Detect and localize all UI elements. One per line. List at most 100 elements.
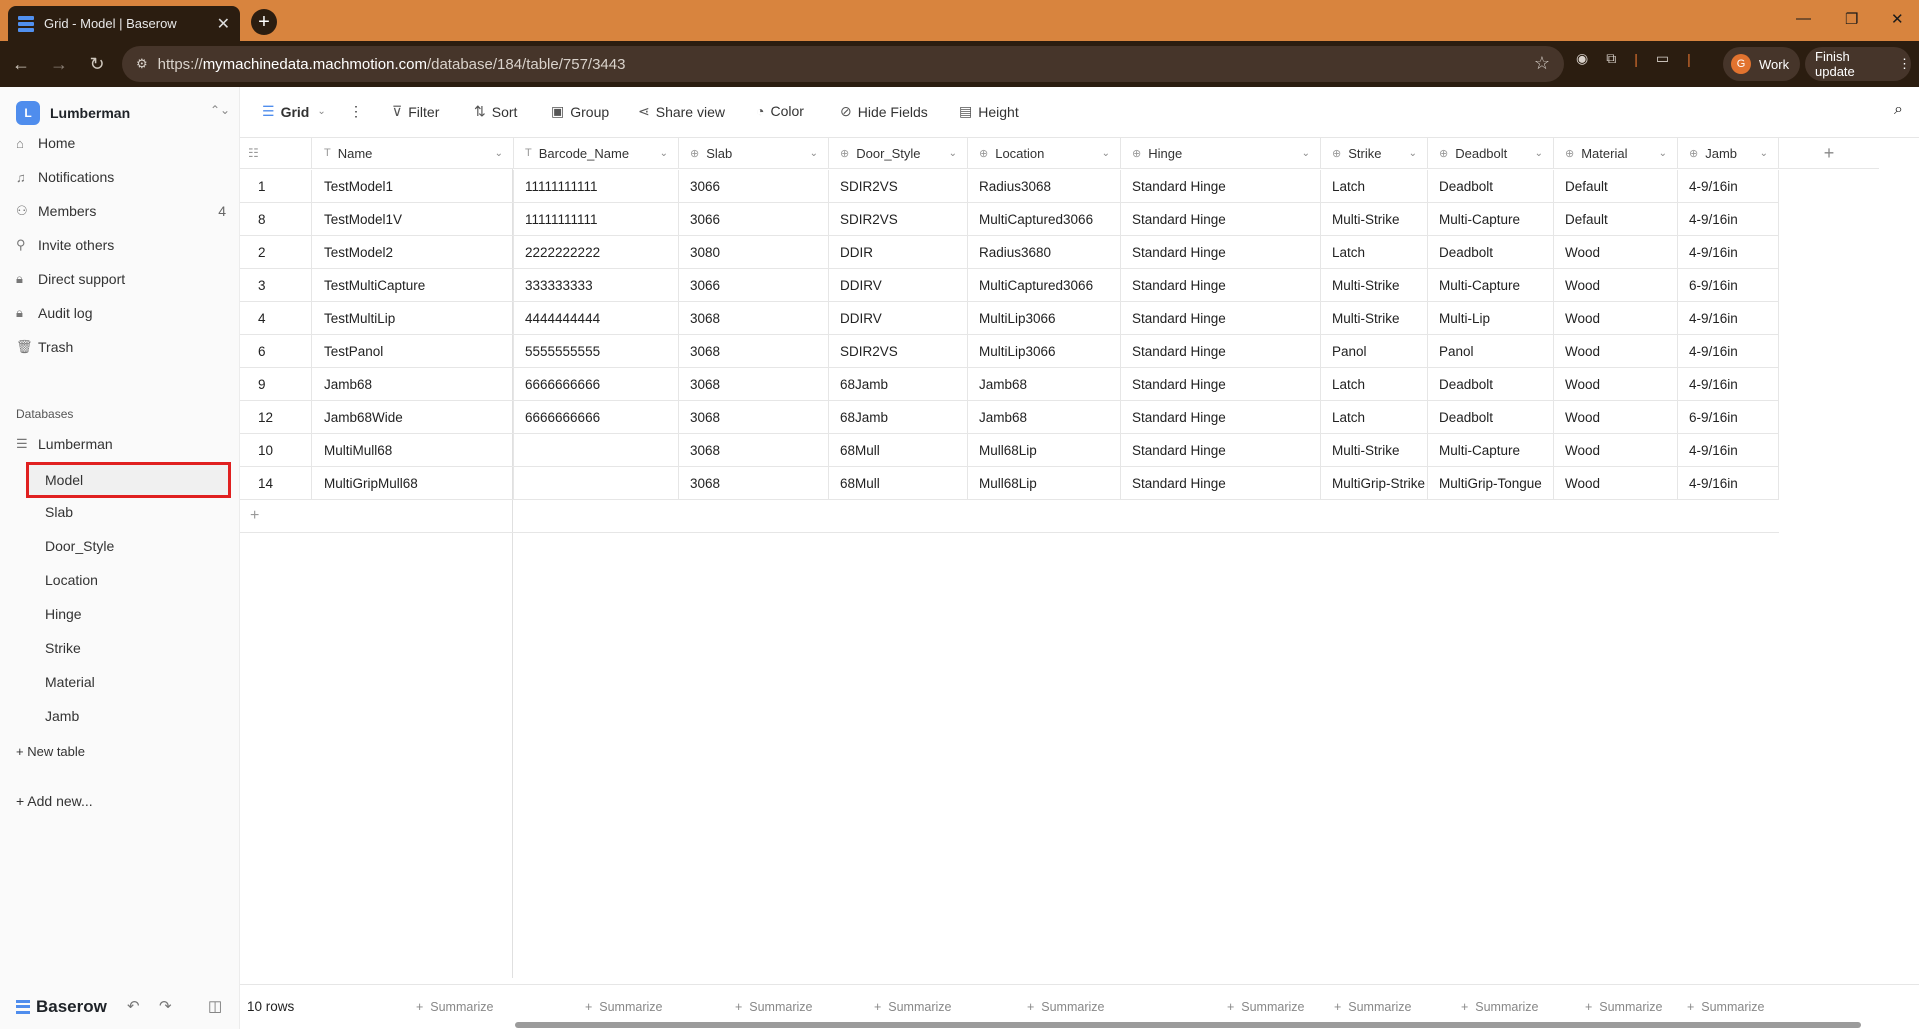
- sidebar-item-home[interactable]: ⌂ Home: [16, 130, 226, 156]
- column-header-barcode-name[interactable]: T Barcode_Name ⌄: [514, 138, 679, 169]
- summarize-button[interactable]: + Summarize: [585, 1000, 662, 1014]
- add-row-button[interactable]: +: [240, 500, 1779, 533]
- restore-icon[interactable]: ❐: [1845, 10, 1858, 28]
- cell-deadbolt[interactable]: Multi-Lip: [1428, 302, 1554, 335]
- close-tab-icon[interactable]: ✕: [217, 14, 230, 34]
- redo-icon[interactable]: ↷: [159, 997, 172, 1015]
- cell-name[interactable]: TestModel1: [312, 170, 514, 203]
- cell-location[interactable]: MultiCaptured3066: [968, 269, 1121, 302]
- summarize-button[interactable]: + Summarize: [416, 1000, 493, 1014]
- more-menu-icon[interactable]: ⋮: [1898, 56, 1911, 72]
- cell-jamb[interactable]: 4-9/16in: [1678, 302, 1779, 335]
- cell-barcode-name[interactable]: 6666666666: [514, 401, 679, 434]
- sidebar-table-hinge[interactable]: Hinge: [45, 599, 229, 629]
- sidebar-table-jamb[interactable]: Jamb: [45, 701, 229, 731]
- cell-jamb[interactable]: 4-9/16in: [1678, 335, 1779, 368]
- sidebar-table-strike[interactable]: Strike: [45, 633, 229, 663]
- table-row[interactable]: 12 Jamb68Wide 6666666666 3068 68Jamb Jamb68 St…: [240, 401, 1779, 434]
- cell-barcode-name[interactable]: 6666666666: [514, 368, 679, 401]
- summarize-button[interactable]: + Summarize: [874, 1000, 951, 1014]
- cell-material[interactable]: Default: [1554, 170, 1678, 203]
- chevron-updown-icon[interactable]: ⌃⌄: [210, 103, 230, 117]
- cell-barcode-name[interactable]: 333333333: [514, 269, 679, 302]
- extension-icon[interactable]: ◉: [1576, 50, 1588, 67]
- cell-barcode-name[interactable]: 11111111111: [514, 203, 679, 236]
- table-row[interactable]: 6 TestPanol 5555555555 3068 SDIR2VS MultiLip3…: [240, 335, 1779, 368]
- sidebar-item-invite-others[interactable]: ⚲ Invite others: [16, 232, 226, 258]
- cell-hinge[interactable]: Standard Hinge: [1121, 236, 1321, 269]
- cell-hinge[interactable]: Standard Hinge: [1121, 170, 1321, 203]
- cell-material[interactable]: Wood: [1554, 236, 1678, 269]
- browser-tab[interactable]: Grid - Model | Baserow ✕: [8, 6, 240, 41]
- cell-deadbolt[interactable]: Multi-Capture: [1428, 269, 1554, 302]
- cell-location[interactable]: MultiCaptured3066: [968, 203, 1121, 236]
- cell-location[interactable]: MultiLip3066: [968, 302, 1121, 335]
- cell-door-style[interactable]: SDIR2VS: [829, 170, 968, 203]
- cell-strike[interactable]: Multi-Strike: [1321, 269, 1428, 302]
- column-header-material[interactable]: ⊕ Material ⌄: [1554, 138, 1678, 169]
- sidebar-item-trash[interactable]: 🗑︎ Trash: [16, 334, 226, 360]
- reload-icon[interactable]: ↻: [80, 47, 114, 81]
- cell-material[interactable]: Wood: [1554, 467, 1678, 500]
- share-view-button[interactable]: ⋖ Share view: [638, 103, 725, 120]
- cell-barcode-name[interactable]: 2222222222: [514, 236, 679, 269]
- workspace-switcher[interactable]: L Lumberman: [16, 101, 130, 125]
- cell-jamb[interactable]: 4-9/16in: [1678, 368, 1779, 401]
- cell-hinge[interactable]: Standard Hinge: [1121, 434, 1321, 467]
- cell-door-style[interactable]: 68Jamb: [829, 401, 968, 434]
- cell-material[interactable]: Wood: [1554, 269, 1678, 302]
- add-new-button[interactable]: + Add new...: [16, 789, 226, 813]
- chevron-down-icon[interactable]: ⌄: [660, 148, 668, 159]
- column-header-location[interactable]: ⊕ Location ⌄: [968, 138, 1121, 169]
- sidebar-item-notifications[interactable]: ♫ Notifications: [16, 164, 226, 190]
- cell-material[interactable]: Wood: [1554, 401, 1678, 434]
- close-window-icon[interactable]: ✕: [1891, 10, 1904, 28]
- minimize-icon[interactable]: —: [1796, 10, 1811, 27]
- cell-slab[interactable]: 3068: [679, 335, 829, 368]
- chevron-down-icon[interactable]: ⌄: [1302, 148, 1310, 159]
- chevron-down-icon[interactable]: ⌄: [1659, 148, 1667, 159]
- table-row[interactable]: 9 Jamb68 6666666666 3068 68Jamb Jamb68 Standar…: [240, 368, 1779, 401]
- cell-location[interactable]: Radius3680: [968, 236, 1121, 269]
- cell-deadbolt[interactable]: Multi-Capture: [1428, 434, 1554, 467]
- column-header-hinge[interactable]: ⊕ Hinge ⌄: [1121, 138, 1321, 169]
- chevron-down-icon[interactable]: ⌄: [810, 148, 818, 159]
- cell-jamb[interactable]: 4-9/16in: [1678, 467, 1779, 500]
- back-icon[interactable]: ←: [4, 47, 38, 81]
- cell-material[interactable]: Default: [1554, 203, 1678, 236]
- summarize-button[interactable]: + Summarize: [735, 1000, 812, 1014]
- hide-fields-button[interactable]: ⊘ Hide Fields: [840, 103, 928, 120]
- summarize-button[interactable]: + Summarize: [1687, 1000, 1764, 1014]
- site-info-icon[interactable]: ⚙: [136, 56, 148, 72]
- summarize-button[interactable]: + Summarize: [1334, 1000, 1411, 1014]
- cell-slab[interactable]: 3068: [679, 302, 829, 335]
- tab-search-icon[interactable]: ▭: [1656, 50, 1669, 67]
- cell-location[interactable]: MultiLip3066: [968, 335, 1121, 368]
- cell-name[interactable]: TestModel2: [312, 236, 514, 269]
- collapse-sidebar-icon[interactable]: ◫: [208, 997, 222, 1015]
- cell-barcode-name[interactable]: 4444444444: [514, 302, 679, 335]
- cell-hinge[interactable]: Standard Hinge: [1121, 401, 1321, 434]
- cell-slab[interactable]: 3080: [679, 236, 829, 269]
- cell-material[interactable]: Wood: [1554, 302, 1678, 335]
- cell-hinge[interactable]: Standard Hinge: [1121, 302, 1321, 335]
- forward-icon[interactable]: →: [42, 47, 76, 81]
- cell-hinge[interactable]: Standard Hinge: [1121, 335, 1321, 368]
- sort-button[interactable]: ⇅ Sort: [474, 103, 517, 120]
- cell-name[interactable]: Jamb68: [312, 368, 514, 401]
- cell-name[interactable]: Jamb68Wide: [312, 401, 514, 434]
- view-context-menu[interactable]: ⋮: [349, 103, 363, 120]
- chevron-down-icon[interactable]: ⌄: [1102, 148, 1110, 159]
- cell-hinge[interactable]: Standard Hinge: [1121, 368, 1321, 401]
- cell-slab[interactable]: 3068: [679, 467, 829, 500]
- cell-jamb[interactable]: 4-9/16in: [1678, 170, 1779, 203]
- sidebar-table-door-style[interactable]: Door_Style: [45, 531, 229, 561]
- new-tab-button[interactable]: +: [251, 9, 277, 35]
- column-header-door-style[interactable]: ⊕ Door_Style ⌄: [829, 138, 968, 169]
- cell-name[interactable]: MultiGripMull68: [312, 467, 514, 500]
- cell-door-style[interactable]: SDIR2VS: [829, 335, 968, 368]
- cell-strike[interactable]: Multi-Strike: [1321, 302, 1428, 335]
- cell-location[interactable]: Mull68Lip: [968, 467, 1121, 500]
- cell-deadbolt[interactable]: Deadbolt: [1428, 170, 1554, 203]
- table-row[interactable]: 2 TestModel2 2222222222 3080 DDIR Radius3680 S…: [240, 236, 1779, 269]
